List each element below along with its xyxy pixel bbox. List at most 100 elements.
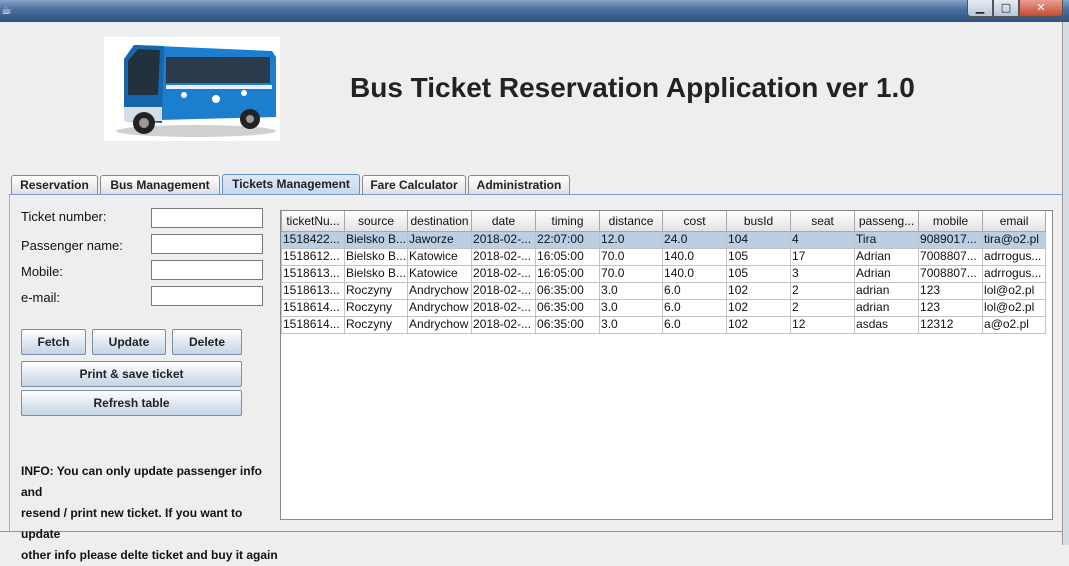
table-cell: Katowice: [407, 247, 473, 266]
table-cell: 140.0: [662, 264, 728, 283]
column-header[interactable]: destination: [407, 211, 473, 232]
table-cell: adrrogus...: [982, 264, 1047, 283]
table-cell: Adrian: [854, 264, 920, 283]
column-header[interactable]: ticketNu...: [281, 211, 345, 232]
table-row[interactable]: 1518613... Bielsko B... Katowice 2018-02-..…: [281, 264, 1047, 283]
table-cell: 7008807...: [918, 247, 984, 266]
table-cell: 06:35:00: [535, 298, 601, 317]
table-cell: a@o2.pl: [982, 315, 1047, 334]
print-save-ticket-button[interactable]: Print & save ticket: [21, 361, 242, 387]
table-cell: 123: [918, 298, 984, 317]
table-cell: 1518613...: [281, 264, 345, 283]
table-cell: 2018-02-...: [471, 298, 537, 317]
table-cell: 105: [726, 247, 792, 266]
tickets-table-pane[interactable]: ticketNu... source destination date timing di…: [280, 210, 1053, 520]
tab-fare-calculator[interactable]: Fare Calculator: [362, 175, 466, 194]
info-line-1: INFO: You can only update passenger info…: [21, 464, 262, 499]
table-cell: 17: [790, 247, 856, 266]
table-cell: 6.0: [662, 298, 728, 317]
tab-reservation[interactable]: Reservation: [11, 175, 98, 194]
table-cell: 2: [790, 281, 856, 300]
table-cell: 140.0: [662, 247, 728, 266]
table-cell: adrrogus...: [982, 247, 1047, 266]
table-cell: 123: [918, 281, 984, 300]
table-cell: 2018-02-...: [471, 230, 537, 249]
table-cell: 4: [790, 230, 856, 249]
table-cell: 06:35:00: [535, 315, 601, 334]
window-title-bar[interactable]: ☕ ▁ □ ✕: [0, 0, 1069, 22]
tab-bus-management[interactable]: Bus Management: [100, 175, 220, 194]
table-cell: 16:05:00: [535, 247, 601, 266]
column-header[interactable]: source: [343, 211, 409, 232]
table-cell: 70.0: [599, 264, 664, 283]
table-cell: Andrychow: [407, 315, 473, 334]
table-header-row: ticketNu... source destination date timing di…: [281, 211, 1047, 232]
table-cell: 1518612...: [281, 247, 345, 266]
table-row[interactable]: 1518614... Roczyny Andrychow 2018-02-... 06:…: [281, 315, 1047, 334]
column-header[interactable]: date: [471, 211, 537, 232]
table-cell: Andrychow: [407, 298, 473, 317]
table-row[interactable]: 1518612... Bielsko B... Katowice 2018-02-..…: [281, 247, 1047, 266]
info-line-3: other info please delte ticket and buy i…: [21, 548, 278, 562]
info-line-2: resend / print new ticket. If you want t…: [21, 506, 243, 541]
java-cup-icon: ☕: [1, 3, 12, 17]
email-input[interactable]: [151, 286, 263, 306]
table-cell: 2: [790, 298, 856, 317]
table-cell: 1518422...: [281, 230, 345, 249]
refresh-table-button[interactable]: Refresh table: [21, 390, 242, 416]
table-cell: 6.0: [662, 315, 728, 334]
table-body: 1518422... Bielsko B... Jaworze 2018-02-...…: [281, 230, 1047, 334]
minimize-button[interactable]: ▁: [967, 0, 993, 17]
update-button[interactable]: Update: [92, 329, 166, 355]
tickets-table[interactable]: ticketNu... source destination date timing di…: [281, 211, 1047, 334]
table-cell: Tira: [854, 230, 920, 249]
column-header[interactable]: passeng...: [854, 211, 920, 232]
table-cell: 24.0: [662, 230, 728, 249]
table-cell: Bielsko B...: [343, 264, 409, 283]
column-header[interactable]: timing: [535, 211, 601, 232]
table-cell: 22:07:00: [535, 230, 601, 249]
column-header[interactable]: cost: [662, 211, 728, 232]
table-cell: 9089017...: [918, 230, 984, 249]
close-button[interactable]: ✕: [1019, 0, 1063, 17]
table-row[interactable]: 1518614... Roczyny Andrychow 2018-02-... 06:…: [281, 298, 1047, 317]
table-cell: adrian: [854, 281, 920, 300]
table-cell: 12312: [918, 315, 984, 334]
tab-administration[interactable]: Administration: [468, 175, 570, 194]
table-cell: tira@o2.pl: [982, 230, 1047, 249]
maximize-button[interactable]: □: [993, 0, 1019, 17]
column-header[interactable]: busId: [726, 211, 792, 232]
column-header[interactable]: mobile: [918, 211, 984, 232]
table-cell: 1518613...: [281, 281, 345, 300]
table-cell: Bielsko B...: [343, 230, 409, 249]
table-cell: 2018-02-...: [471, 247, 537, 266]
table-cell: Bielsko B...: [343, 247, 409, 266]
table-cell: 1518614...: [281, 315, 345, 334]
table-cell: Jaworze: [407, 230, 473, 249]
table-cell: Andrychow: [407, 281, 473, 300]
table-row[interactable]: 1518422... Bielsko B... Jaworze 2018-02-...…: [281, 230, 1047, 249]
column-header[interactable]: email: [982, 211, 1047, 232]
bus-logo-image: [104, 37, 280, 141]
table-cell: asdas: [854, 315, 920, 334]
table-cell: 2018-02-...: [471, 281, 537, 300]
table-cell: 3.0: [599, 298, 664, 317]
delete-button[interactable]: Delete: [172, 329, 242, 355]
table-cell: 102: [726, 281, 792, 300]
table-cell: Roczyny: [343, 298, 409, 317]
table-cell: 70.0: [599, 247, 664, 266]
mobile-input[interactable]: [151, 260, 263, 280]
column-header[interactable]: seat: [790, 211, 856, 232]
passenger-name-label: Passenger name:: [21, 238, 123, 253]
table-row[interactable]: 1518613... Roczyny Andrychow 2018-02-... 06:…: [281, 281, 1047, 300]
ticket-number-label: Ticket number:: [21, 209, 107, 224]
table-cell: 1518614...: [281, 298, 345, 317]
table-cell: 2018-02-...: [471, 315, 537, 334]
tab-tickets-management[interactable]: Tickets Management: [222, 174, 360, 195]
table-cell: Katowice: [407, 264, 473, 283]
table-cell: 7008807...: [918, 264, 984, 283]
ticket-number-input[interactable]: [151, 208, 263, 228]
fetch-button[interactable]: Fetch: [21, 329, 86, 355]
column-header[interactable]: distance: [599, 211, 664, 232]
passenger-name-input[interactable]: [151, 234, 263, 254]
